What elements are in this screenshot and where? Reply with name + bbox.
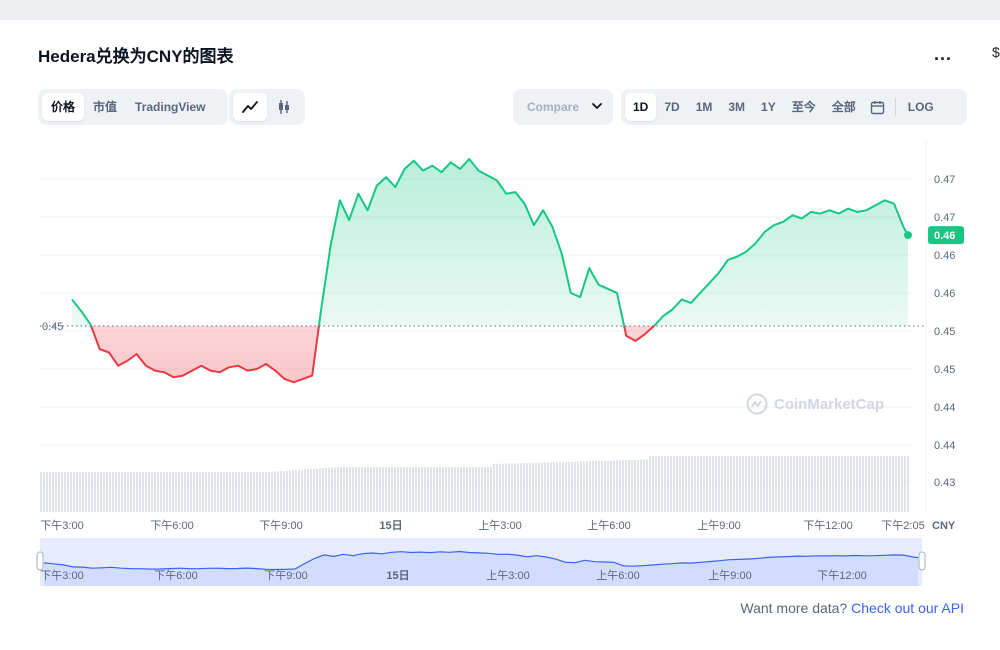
watermark-text: CoinMarketCap [774, 395, 885, 413]
side-cut-icon: $ [992, 44, 1000, 60]
tab-range-1m[interactable]: 1M [688, 93, 721, 121]
page-title: Hedera兑换为CNY的图表 [38, 47, 234, 66]
tab-range-ytd[interactable]: 至今 [784, 93, 824, 121]
tab-range-all[interactable]: 全部 [824, 93, 864, 121]
tab-market-cap[interactable]: 市值 [84, 93, 126, 121]
footer-text: Want more data? [740, 600, 848, 616]
candlestick-icon[interactable] [267, 93, 301, 121]
tab-range-1d[interactable]: 1D [625, 93, 657, 121]
api-link[interactable]: Check out our API [851, 600, 964, 616]
range-tabs: 1D 7D 1M 3M 1Y 至今 全部 LOG [621, 89, 967, 125]
calendar-icon[interactable] [864, 93, 891, 121]
chevron-down-icon [592, 103, 602, 109]
compare-label: Compare [527, 100, 580, 114]
log-scale-toggle[interactable]: LOG [900, 93, 942, 121]
coinmarketcap-watermark: CoinMarketCap [746, 393, 884, 415]
footer: Want more data? Check out our API [740, 600, 964, 616]
range-divider [894, 98, 896, 116]
tab-range-1y[interactable]: 1Y [753, 93, 784, 121]
compare-dropdown[interactable]: Compare [513, 89, 613, 125]
tab-range-3m[interactable]: 3M [720, 93, 753, 121]
coinmarketcap-logo-icon [746, 393, 768, 415]
line-chart-icon[interactable] [233, 93, 267, 121]
tab-price[interactable]: 价格 [42, 93, 85, 121]
chart-type-tabs [229, 89, 305, 125]
view-tabs: 价格 市值 TradingView [38, 89, 228, 125]
top-strip [0, 0, 1000, 20]
tab-range-7d[interactable]: 7D [656, 93, 687, 121]
tab-tradingview[interactable]: TradingView [126, 93, 214, 121]
more-options-button[interactable]: ... [934, 44, 952, 65]
